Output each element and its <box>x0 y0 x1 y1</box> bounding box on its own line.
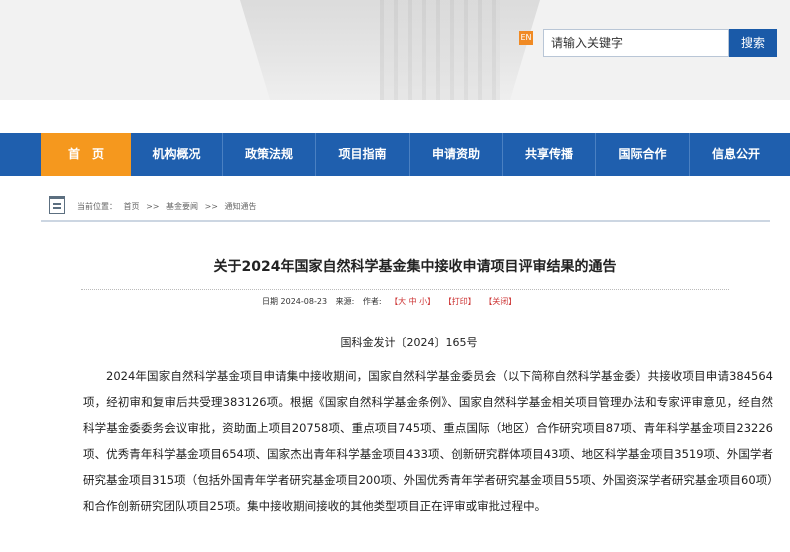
main-nav: 首 页 机构概况 政策法规 项目指南 申请资助 共享传播 国际合作 信息公开 <box>0 133 790 176</box>
breadcrumb-prefix: 当前位置： <box>77 202 117 211</box>
breadcrumb-home[interactable]: 首页 <box>124 202 140 211</box>
close-link[interactable]: 【关闭】 <box>484 297 516 306</box>
nav-item-share[interactable]: 共享传播 <box>503 133 596 176</box>
nav-item-policy[interactable]: 政策法规 <box>223 133 316 176</box>
nav-item-disclosure[interactable]: 信息公开 <box>690 133 782 176</box>
nav-item-guide[interactable]: 项目指南 <box>316 133 410 176</box>
document-number: 国科金发计〔2024〕165号 <box>340 336 478 349</box>
font-size-control[interactable]: 【大 中 小】 <box>390 297 435 306</box>
nav-item-apply[interactable]: 申请资助 <box>410 133 503 176</box>
breadcrumb-separator: >> <box>146 202 160 211</box>
article-meta: 日期 2024-08-23 来源: 作者: 【大 中 小】 【打印】 【关闭】 <box>262 296 522 307</box>
breadcrumb-notices[interactable]: 通知通告 <box>225 202 257 211</box>
breadcrumb-separator: >> <box>204 202 218 211</box>
document-icon <box>49 196 65 214</box>
breadcrumb-news[interactable]: 基金要闻 <box>166 202 198 211</box>
site-header: EN 搜索 <box>0 0 790 100</box>
search-input[interactable] <box>543 29 729 57</box>
language-icon[interactable]: EN <box>519 31 533 45</box>
article-author: 作者: <box>362 297 382 306</box>
article-source: 来源: <box>335 297 355 306</box>
nav-item-international[interactable]: 国际合作 <box>596 133 690 176</box>
nav-item-home[interactable]: 首 页 <box>41 133 131 176</box>
article-title: 关于2024年国家自然科学基金集中接收申请项目评审结果的通告 <box>213 259 617 275</box>
search-button[interactable]: 搜索 <box>729 29 777 57</box>
header-banner-image <box>380 0 500 100</box>
nav-item-about[interactable]: 机构概况 <box>131 133 223 176</box>
title-divider <box>81 289 729 290</box>
print-link[interactable]: 【打印】 <box>444 297 476 306</box>
article-body: 2024年国家自然科学基金项目申请集中接收期间，国家自然科学基金委员会（以下简称… <box>83 369 773 513</box>
article-date: 日期 2024-08-23 <box>262 297 328 306</box>
breadcrumb: 当前位置： 首页 >> 基金要闻 >> 通知通告 <box>41 190 770 222</box>
